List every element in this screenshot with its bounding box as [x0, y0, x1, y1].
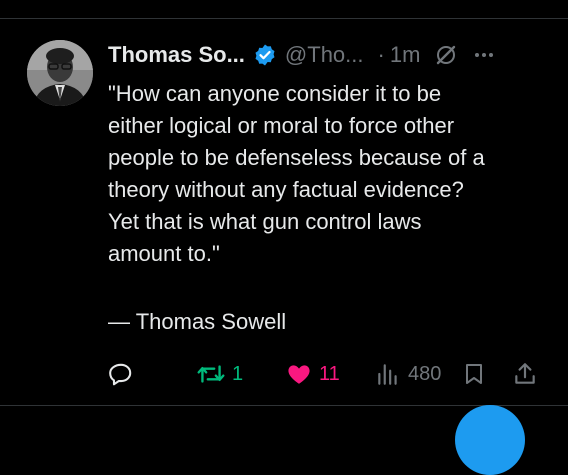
- heart-icon: [288, 365, 310, 384]
- bookmark-icon: [466, 364, 482, 384]
- repost-button[interactable]: 1: [196, 356, 243, 392]
- compose-button[interactable]: [455, 405, 525, 475]
- more-icon[interactable]: [472, 43, 496, 67]
- share-button[interactable]: [512, 356, 538, 392]
- tweet-text: "How can anyone consider it to be either…: [108, 81, 485, 266]
- action-bar: 1 11 480: [0, 356, 568, 392]
- tweet-header: Thomas So... @Tho... · 1m: [108, 40, 496, 70]
- author-handle[interactable]: @Tho...: [285, 40, 364, 70]
- separator-dot: ·: [377, 42, 385, 67]
- avatar[interactable]: [27, 40, 93, 106]
- tweet-attribution: — Thomas Sowell: [108, 309, 287, 334]
- grok-icon[interactable]: [434, 43, 458, 67]
- views-button[interactable]: 480: [374, 356, 441, 392]
- views-icon: [378, 364, 397, 385]
- avatar-photo: [27, 40, 93, 106]
- reply-button[interactable]: [108, 356, 140, 392]
- like-button[interactable]: 11: [285, 356, 340, 392]
- top-divider: [0, 18, 568, 19]
- like-count: 11: [319, 362, 340, 385]
- bookmark-button[interactable]: [462, 356, 486, 392]
- repost-icon: [197, 365, 225, 383]
- share-icon: [515, 363, 535, 384]
- repost-count: 1: [232, 362, 244, 385]
- timestamp[interactable]: 1m: [390, 40, 421, 70]
- verified-badge-icon[interactable]: [253, 43, 277, 67]
- reply-icon: [109, 363, 132, 386]
- views-count: 480: [408, 362, 442, 385]
- author-name[interactable]: Thomas So...: [108, 40, 245, 70]
